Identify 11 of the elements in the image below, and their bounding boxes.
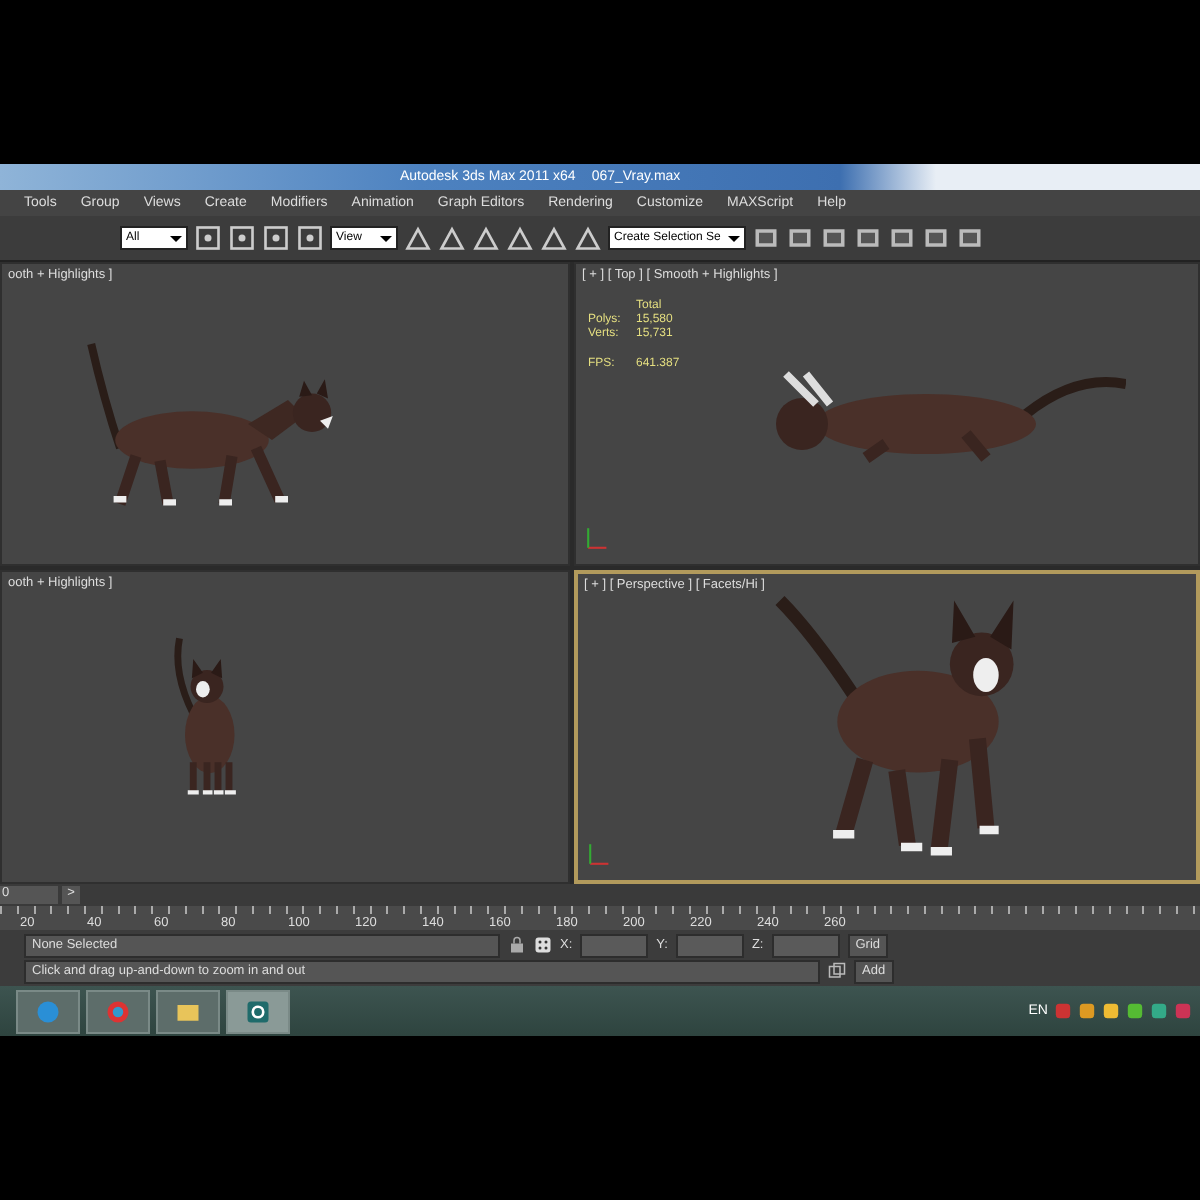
square-icon[interactable]	[194, 224, 222, 252]
axis-tripod-icon	[586, 840, 614, 868]
y-coordinate-field[interactable]	[675, 933, 744, 957]
taskbar-app-icon[interactable]	[226, 989, 290, 1033]
axis-tripod-icon	[584, 524, 612, 552]
taskbar-app-icon[interactable]	[156, 989, 220, 1033]
x-coordinate-field[interactable]	[580, 933, 649, 957]
window-icon[interactable]	[828, 962, 846, 980]
lock-icon[interactable]	[508, 936, 526, 954]
z-coordinate-field[interactable]	[771, 933, 840, 957]
dice-icon[interactable]	[534, 936, 552, 954]
